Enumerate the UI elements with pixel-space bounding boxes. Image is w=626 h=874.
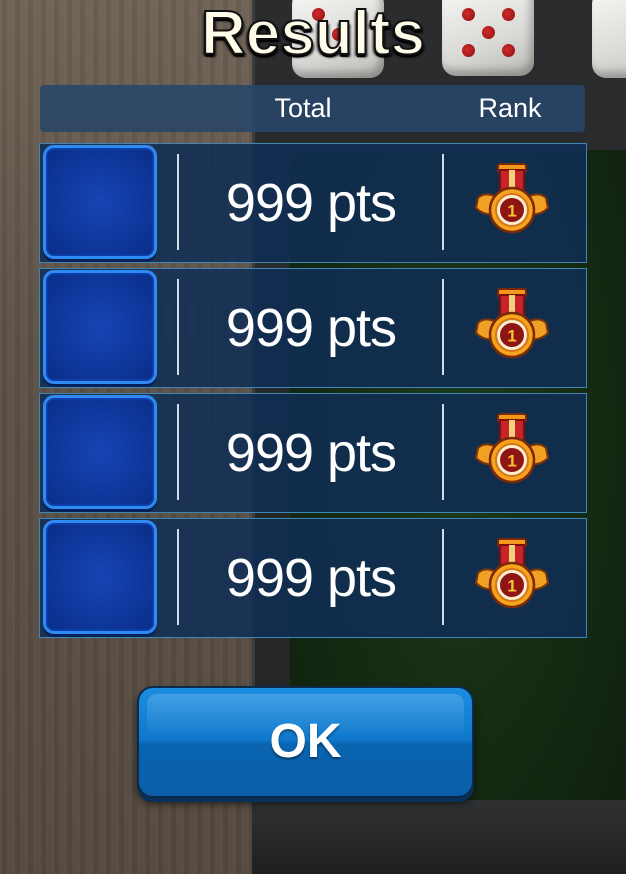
player-avatar-slot — [43, 395, 157, 509]
column-divider — [177, 279, 179, 375]
gold-medal-icon: 1 — [474, 413, 550, 484]
player-total-points: 999 pts — [225, 298, 397, 358]
rank-medal-graphic: 1 — [474, 538, 550, 609]
player-avatar-slot — [43, 145, 157, 259]
ok-button[interactable]: OK — [137, 686, 474, 798]
player-avatar-slot — [43, 520, 157, 634]
rank-number: 1 — [507, 577, 516, 596]
player-total-points: 999 pts — [225, 423, 397, 483]
player-total-points: 999 pts — [225, 173, 397, 233]
player-avatar-slot — [43, 270, 157, 384]
gold-medal-icon: 1 — [474, 288, 550, 359]
rank-medal-graphic: 1 — [474, 413, 550, 484]
player-total-points: 999 pts — [225, 548, 397, 608]
ok-button-label: OK — [269, 715, 342, 768]
gold-medal-icon: 1 — [474, 538, 550, 609]
column-divider — [177, 529, 179, 625]
column-divider — [442, 529, 444, 625]
result-row: 999 pts 1 — [39, 143, 587, 263]
column-divider — [177, 404, 179, 500]
result-row: 999 pts 1 — [39, 393, 587, 513]
rank-number: 1 — [507, 452, 516, 471]
result-row: 999 pts 1 — [39, 518, 587, 638]
total-column-header: Total — [274, 93, 332, 123]
rank-column-header: Rank — [478, 93, 542, 123]
results-title: Results — [200, 0, 426, 69]
column-divider — [177, 154, 179, 250]
results-table: 999 pts 1 999 pts 1 999 pts 1 999 pts 1 — [39, 143, 587, 643]
result-row: 999 pts 1 — [39, 268, 587, 388]
results-table-header: Total Rank — [40, 85, 585, 132]
rank-medal-graphic: 1 — [474, 288, 550, 359]
gold-medal-icon: 1 — [474, 163, 550, 234]
column-divider — [442, 404, 444, 500]
column-divider — [442, 154, 444, 250]
column-divider — [442, 279, 444, 375]
rank-number: 1 — [507, 202, 516, 221]
board-rail — [252, 800, 626, 874]
rank-number: 1 — [507, 327, 516, 346]
rank-medal-graphic: 1 — [474, 163, 550, 234]
